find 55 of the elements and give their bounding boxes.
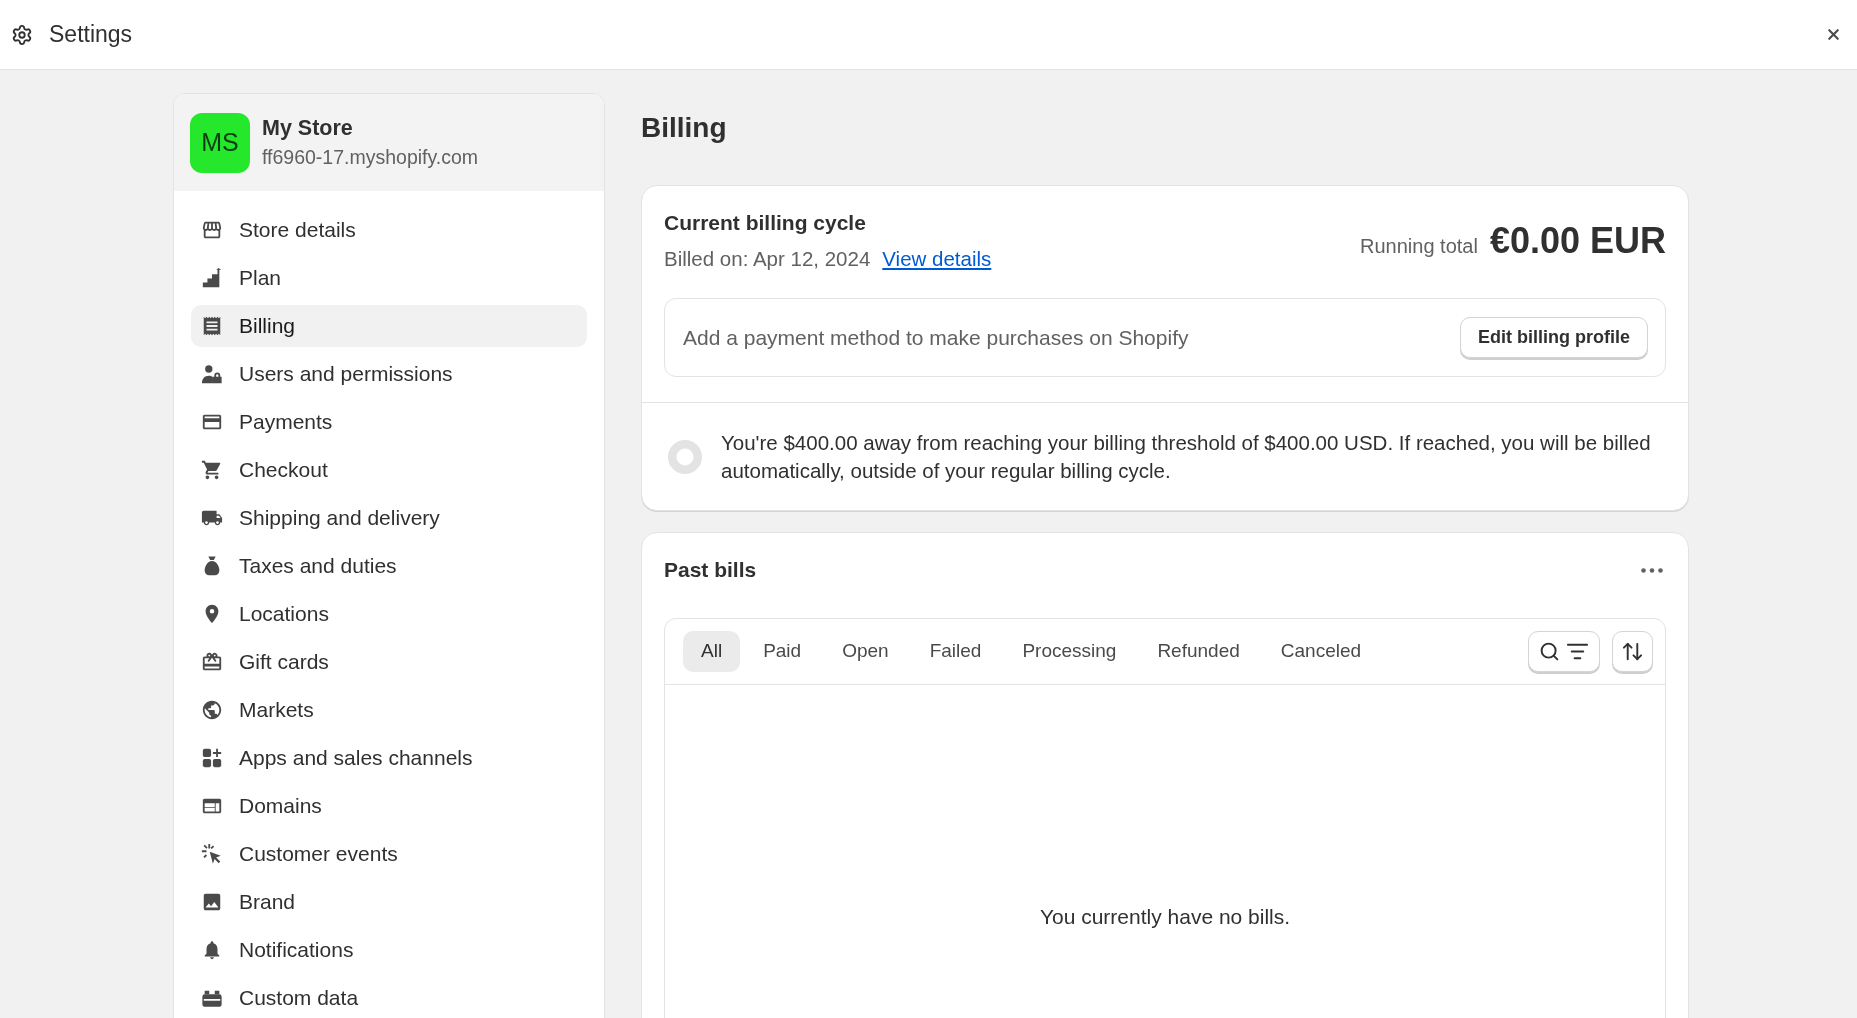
storefront-icon	[201, 219, 223, 241]
search-filter-button[interactable]	[1528, 631, 1600, 672]
running-total-label: Running total	[1360, 234, 1478, 259]
view-details-link[interactable]: View details	[882, 246, 992, 272]
sidebar-item[interactable]: Gift cards	[191, 641, 587, 683]
card-title: Current billing cycle	[664, 210, 867, 236]
empty-state-message: You currently have no bills.	[1039, 904, 1291, 930]
gift-card-icon	[201, 651, 223, 673]
sidebar-item[interactable]: Markets	[191, 689, 587, 731]
store-name: My Store	[262, 115, 354, 141]
store-avatar: MS	[190, 112, 250, 173]
sidebar-item[interactable]: Shipping and delivery	[191, 497, 587, 539]
sidebar-item[interactable]: Taxes and duties	[191, 545, 587, 587]
stairs-icon	[201, 267, 223, 289]
sidebar-item[interactable]: Apps and sales channels	[191, 737, 587, 779]
sidebar-item[interactable]: Plan	[191, 257, 587, 299]
filter-tab[interactable]: Canceled	[1262, 631, 1380, 672]
notice-text: Add a payment method to make purchases on Shopify	[683, 324, 1189, 351]
store-domain: ff6960-17.myshopify.com	[262, 145, 479, 170]
globe-icon	[201, 699, 223, 721]
billed-on-date: Billed on: Apr 12, 2024	[664, 246, 871, 272]
receipt-icon	[201, 315, 223, 337]
filter-tab[interactable]: Refunded	[1139, 631, 1258, 672]
sidebar-item[interactable]: Customer events	[191, 833, 587, 875]
threshold-message: You're $400.00 away from reaching your billing threshold of $400.00 USD. If reached, you will be billed automatically, outside of your regular billing cycle.	[721, 430, 1652, 484]
window-title: Settings	[49, 20, 133, 50]
person-lock-icon	[201, 363, 223, 385]
sidebar-item[interactable]: Users and permissions	[191, 353, 587, 395]
page-title: Billing	[641, 111, 728, 145]
sidebar-item[interactable]: Notifications	[191, 929, 587, 971]
card-title: Past bills	[664, 557, 757, 583]
filter-tab[interactable]: Paid	[745, 631, 820, 672]
sort-button[interactable]	[1612, 631, 1653, 672]
settings-icon	[11, 23, 33, 46]
sidebar-item[interactable]: Payments	[191, 401, 587, 443]
sidebar-item[interactable]: Brand	[191, 881, 587, 923]
sidebar-item[interactable]: Domains	[191, 785, 587, 827]
cursor-click-icon	[201, 843, 223, 865]
filter-tab[interactable]: Failed	[911, 631, 1000, 672]
filter-tab[interactable]: Processing	[1004, 631, 1135, 672]
sidebar-item[interactable]: Checkout	[191, 449, 587, 491]
sort-icon	[1621, 640, 1644, 663]
sidebar-item[interactable]: Locations	[191, 593, 587, 635]
filter-tab[interactable]: All	[683, 631, 741, 672]
sidebar-item[interactable]: Billing	[191, 305, 587, 347]
apps-plus-icon	[201, 747, 223, 769]
cart-icon	[201, 459, 223, 481]
filter-tab[interactable]: Open	[824, 631, 907, 672]
search-icon	[1539, 641, 1560, 662]
edit-billing-profile-button[interactable]: Edit billing profile	[1460, 317, 1648, 358]
ellipsis-icon	[1641, 567, 1663, 573]
sidebar-item[interactable]: Store details	[191, 209, 587, 251]
image-icon	[201, 891, 223, 913]
running-total-amount: €0.00 EUR	[1489, 219, 1666, 263]
sidebar-item[interactable]: Custom data	[191, 977, 587, 1018]
